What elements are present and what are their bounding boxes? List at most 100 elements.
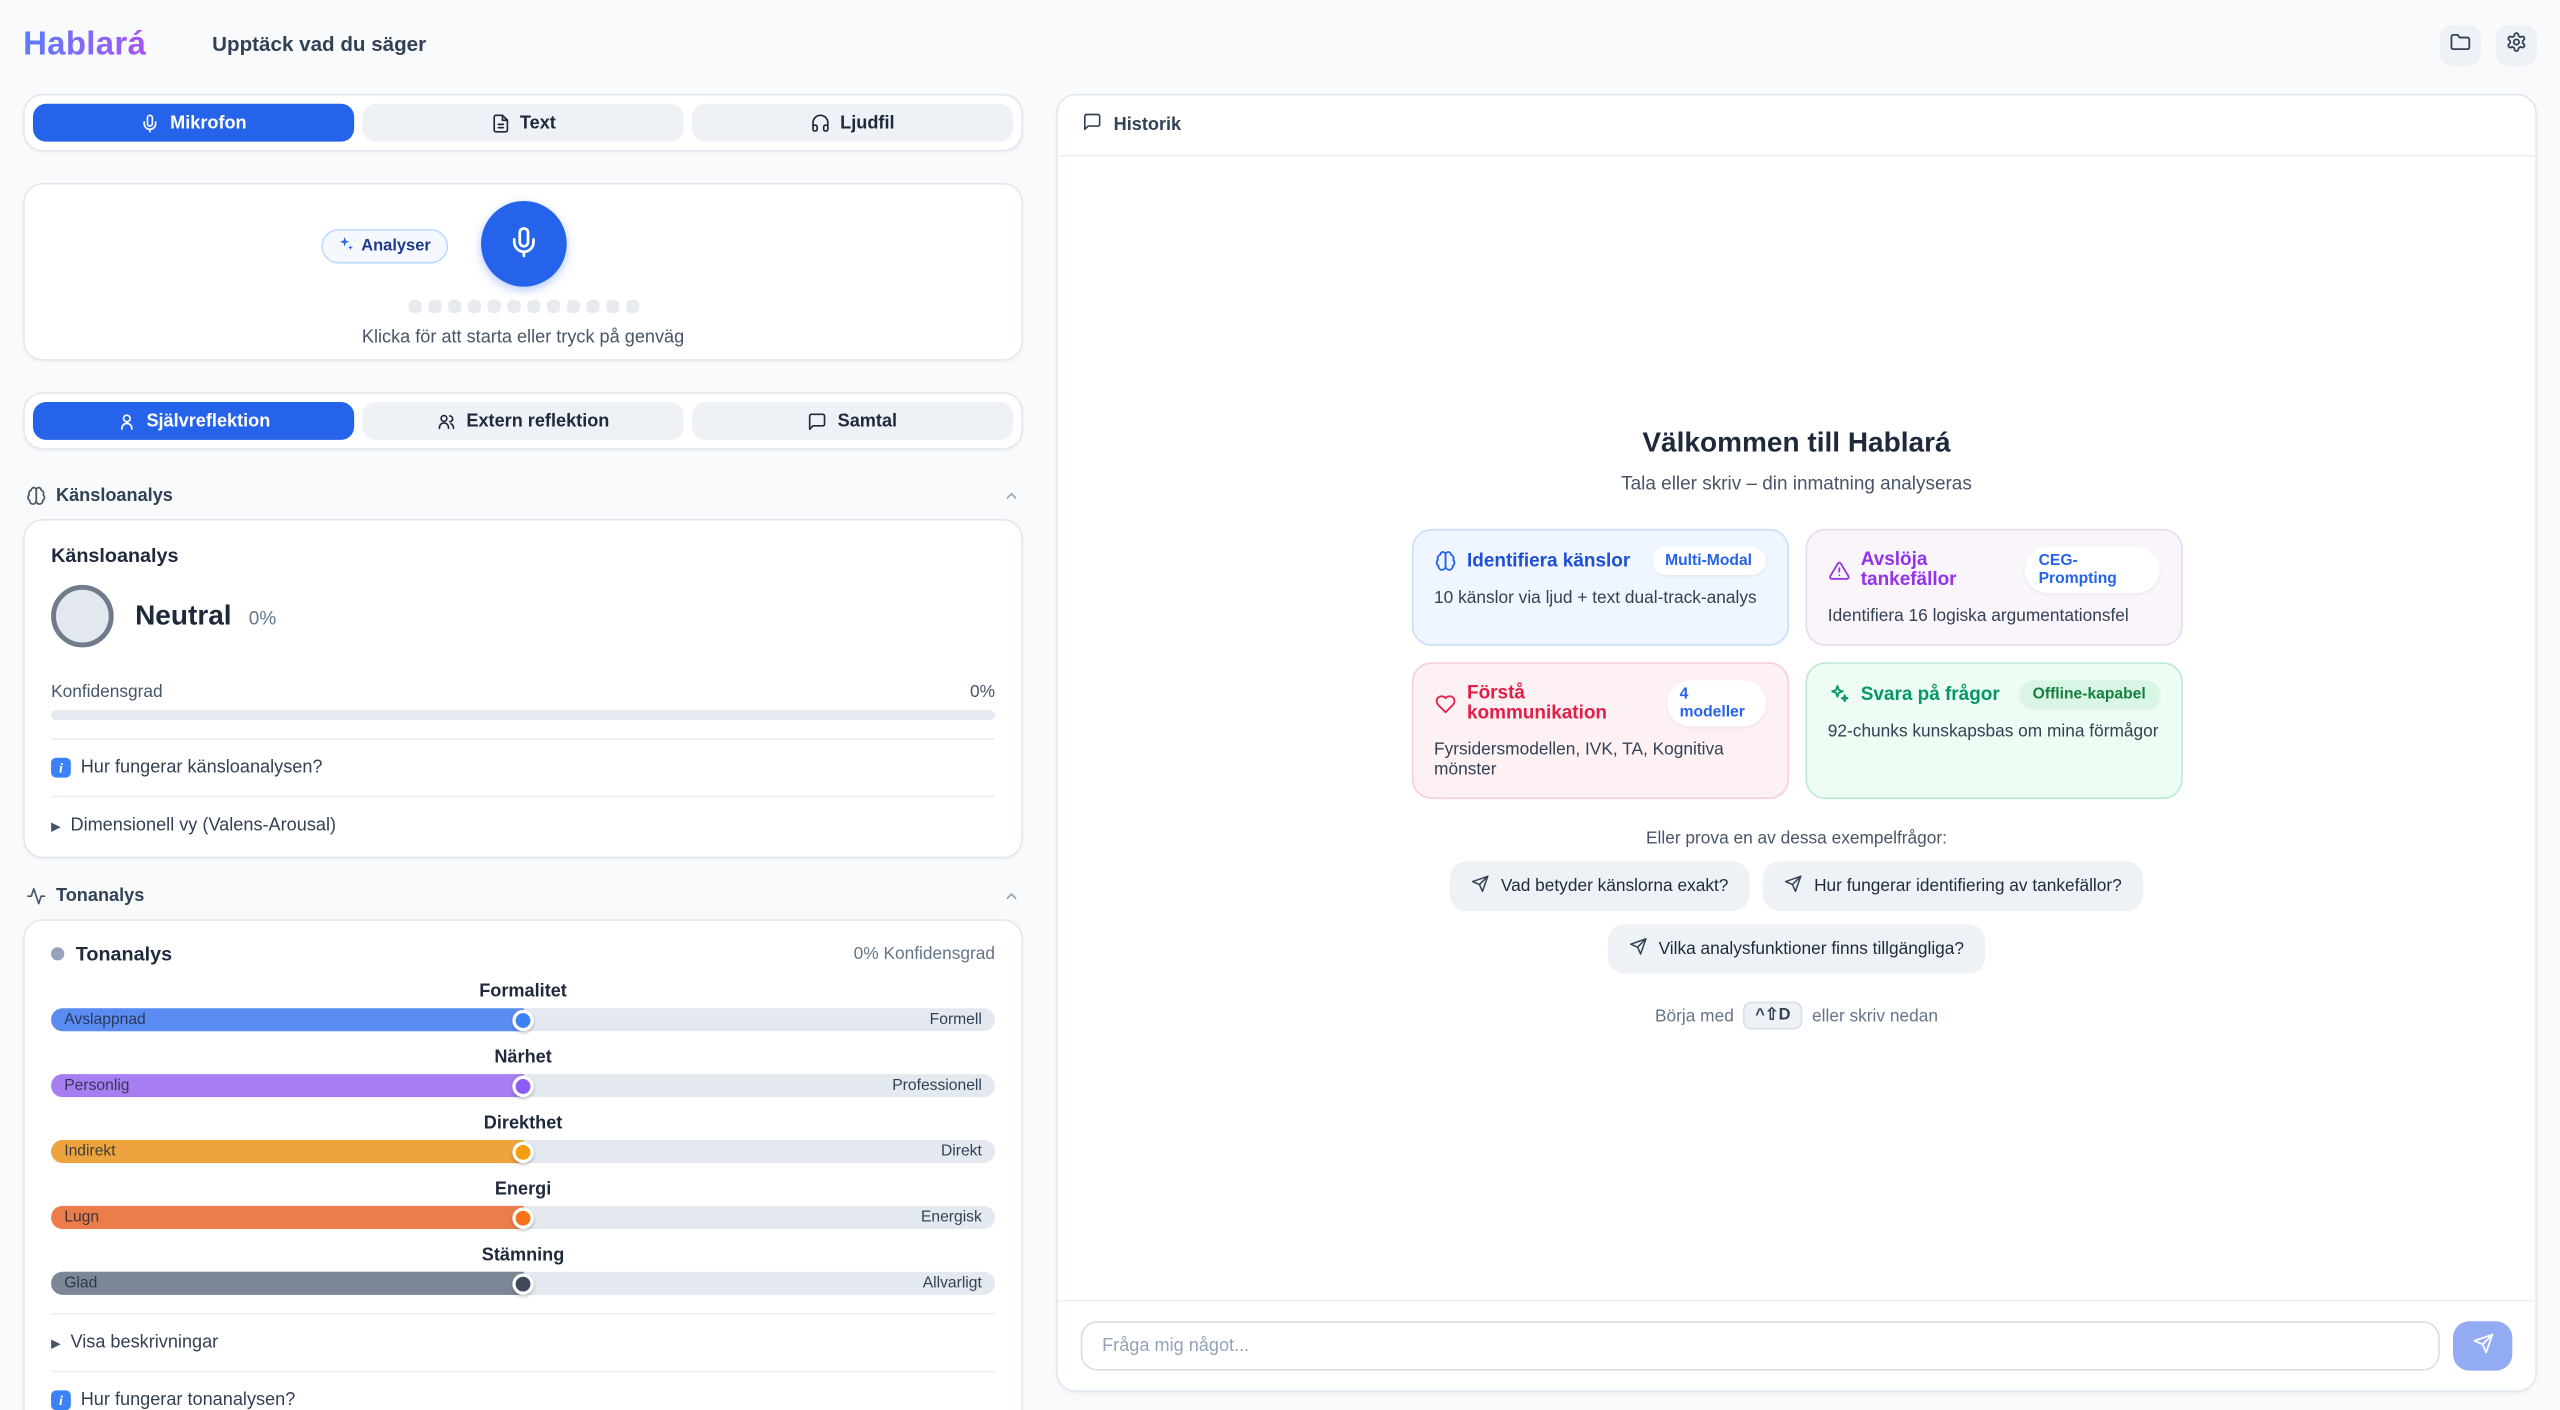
shortcut-prefix: Börja med — [1655, 1006, 1734, 1026]
settings-button[interactable] — [2496, 24, 2537, 65]
emotion-card-title: Känsloanalys — [51, 544, 995, 567]
message-input-bar — [1058, 1300, 2536, 1391]
tone-slider-knob[interactable] — [512, 1207, 533, 1228]
topbar-actions — [2440, 24, 2537, 65]
message-input[interactable] — [1081, 1321, 2440, 1370]
tone-right-label: Formell — [930, 1011, 982, 1029]
chat-bubble-icon — [1082, 110, 1102, 140]
audio-level-dot — [546, 300, 559, 313]
brain-icon — [1434, 550, 1455, 571]
emotion-how-link[interactable]: i Hur fungerar känsloanalysen? — [51, 758, 995, 778]
audio-level-dot — [526, 300, 539, 313]
tone-slider-knob[interactable] — [512, 1273, 533, 1294]
tone-sliders: FormalitetAvslappnadFormellNärhetPersonl… — [51, 982, 995, 1295]
tab-label: Ljudfil — [840, 113, 894, 133]
folder-icon — [2450, 31, 2471, 57]
analysis-sidebar: Mikrofon Text Ljudfil Analyser Klicka för … — [23, 94, 1023, 1410]
tone-slider-knob[interactable] — [512, 1075, 533, 1096]
app-tagline: Upptäck vad du säger — [212, 33, 426, 56]
feature-card-identifiera-känslor: Identifiera känslorMulti-Modal10 känslor… — [1411, 529, 1788, 646]
audio-level-dot — [487, 300, 500, 313]
tone-slider-formalitet[interactable]: Avslappnad Formell — [51, 1008, 995, 1031]
tone-left-label: Glad — [64, 1274, 97, 1292]
microphone-panel: Analyser Klicka för att starta eller try… — [23, 183, 1023, 361]
audio-level-dot — [507, 300, 520, 313]
tone-section-header[interactable]: Tonanalys — [26, 881, 1019, 911]
audio-level-dots — [25, 300, 1022, 313]
tab-extern-reflektion[interactable]: Extern reflektion — [362, 402, 683, 440]
tab-label: Extern reflektion — [466, 411, 609, 431]
examples-label: Eller prova en av dessa exempelfrågor: — [1646, 829, 1947, 849]
tone-axis-name: Närhet — [51, 1048, 995, 1068]
tone-left-label: Avslappnad — [64, 1011, 146, 1029]
tab-mikrofon[interactable]: Mikrofon — [33, 104, 354, 142]
feature-description: 10 känslor via ljud + text dual-track-an… — [1434, 588, 1765, 608]
example-question-3[interactable]: Vilka analysfunktioner finns tillgänglig… — [1608, 924, 1986, 973]
tab-samtal[interactable]: Samtal — [692, 402, 1013, 440]
audio-level-dot — [625, 300, 638, 313]
record-button[interactable] — [480, 201, 566, 287]
microphone-icon — [507, 225, 540, 263]
reflection-mode-tabs: Självreflektion Extern reflektion Samtal — [23, 392, 1023, 450]
example-question-1[interactable]: Vad betyder känslorna exakt? — [1450, 862, 1750, 911]
tone-how-link[interactable]: i Hur fungerar tonanalysen? — [51, 1390, 995, 1410]
folder-button[interactable] — [2440, 24, 2481, 65]
feature-description: Identifiera 16 logiska argumentationsfel — [1828, 606, 2159, 626]
send-button[interactable] — [2453, 1321, 2512, 1370]
confidence-bar — [51, 710, 995, 720]
chevron-up-icon[interactable] — [1003, 488, 1019, 504]
file-text-icon — [490, 113, 510, 133]
example-question-2[interactable]: Hur fungerar identifiering av tankefällo… — [1763, 862, 2143, 911]
tone-left-label: Lugn — [64, 1208, 99, 1226]
tab-label: Text — [520, 113, 556, 133]
tone-right-label: Allvarligt — [923, 1274, 982, 1292]
feature-card-avslöja-tankefällor: Avslöja tankefällorCEG-PromptingIdentifi… — [1805, 529, 2182, 646]
feature-badge: 4 modeller — [1666, 680, 1765, 726]
tone-slider-knob[interactable] — [512, 1009, 533, 1030]
feature-badge: Multi-Modal — [1652, 547, 1765, 575]
tone-right-label: Energisk — [921, 1208, 982, 1226]
send-icon — [2472, 1333, 2493, 1359]
shortcut-suffix: eller skriv nedan — [1812, 1006, 1938, 1026]
tab-label: Självreflektion — [146, 411, 270, 431]
tone-confidence: 0% Konfidensgrad — [854, 944, 995, 964]
info-icon: i — [51, 1390, 71, 1410]
tone-slider-knob[interactable] — [512, 1141, 533, 1162]
feature-title: Förstå kommunikation — [1467, 684, 1655, 724]
tone-slider-närhet[interactable]: PersonligProfessionell — [51, 1074, 995, 1097]
dimensional-view-toggle[interactable]: ▶ Dimensionell vy (Valens-Arousal) — [51, 815, 995, 835]
tone-left-label: Indirekt — [64, 1142, 115, 1160]
tone-left-label: Personlig — [64, 1077, 129, 1095]
tone-slider-energi[interactable]: Lugn Energisk — [51, 1206, 995, 1229]
chevron-up-icon[interactable] — [1003, 888, 1019, 904]
tone-slider-stämning[interactable]: Glad Allvarligt — [51, 1272, 995, 1295]
audio-level-dot — [408, 300, 421, 313]
show-descriptions-toggle[interactable]: ▶ Visa beskrivningar — [51, 1333, 995, 1353]
emotion-section-title: Känsloanalys — [56, 486, 173, 506]
dimensional-view-label: Dimensionell vy (Valens-Arousal) — [70, 815, 336, 835]
emotion-indicator-circle — [51, 585, 114, 648]
input-mode-tabs: Mikrofon Text Ljudfil — [23, 94, 1023, 152]
tab-text[interactable]: Text — [362, 104, 683, 142]
emotion-section-header[interactable]: Känsloanalys — [26, 481, 1019, 511]
heart-icon — [1434, 693, 1455, 714]
mic-icon — [140, 113, 160, 133]
app-logo: Hablará — [23, 26, 146, 64]
analyser-badge-label: Analyser — [361, 237, 431, 255]
emotion-percent: 0% — [249, 610, 276, 630]
audio-level-dot — [605, 300, 618, 313]
status-dot — [51, 947, 64, 960]
analyser-badge: Analyser — [322, 229, 448, 264]
send-icon — [1629, 937, 1647, 960]
activity-icon — [26, 886, 46, 906]
feature-badge: Offline-kapabel — [2020, 680, 2159, 708]
sparkles-icon — [1828, 684, 1849, 705]
history-header: Historik — [1058, 96, 2536, 157]
tab-självreflektion[interactable]: Självreflektion — [33, 402, 354, 440]
chat-panel: Historik Välkommen till Hablará Tala ell… — [1056, 94, 2537, 1392]
audio-level-dot — [566, 300, 579, 313]
tone-slider-direkthet[interactable]: Indirekt Direkt — [51, 1140, 995, 1163]
brain-icon — [26, 486, 46, 506]
tone-right-label: Direkt — [941, 1142, 982, 1160]
tab-ljudfil[interactable]: Ljudfil — [692, 104, 1013, 142]
